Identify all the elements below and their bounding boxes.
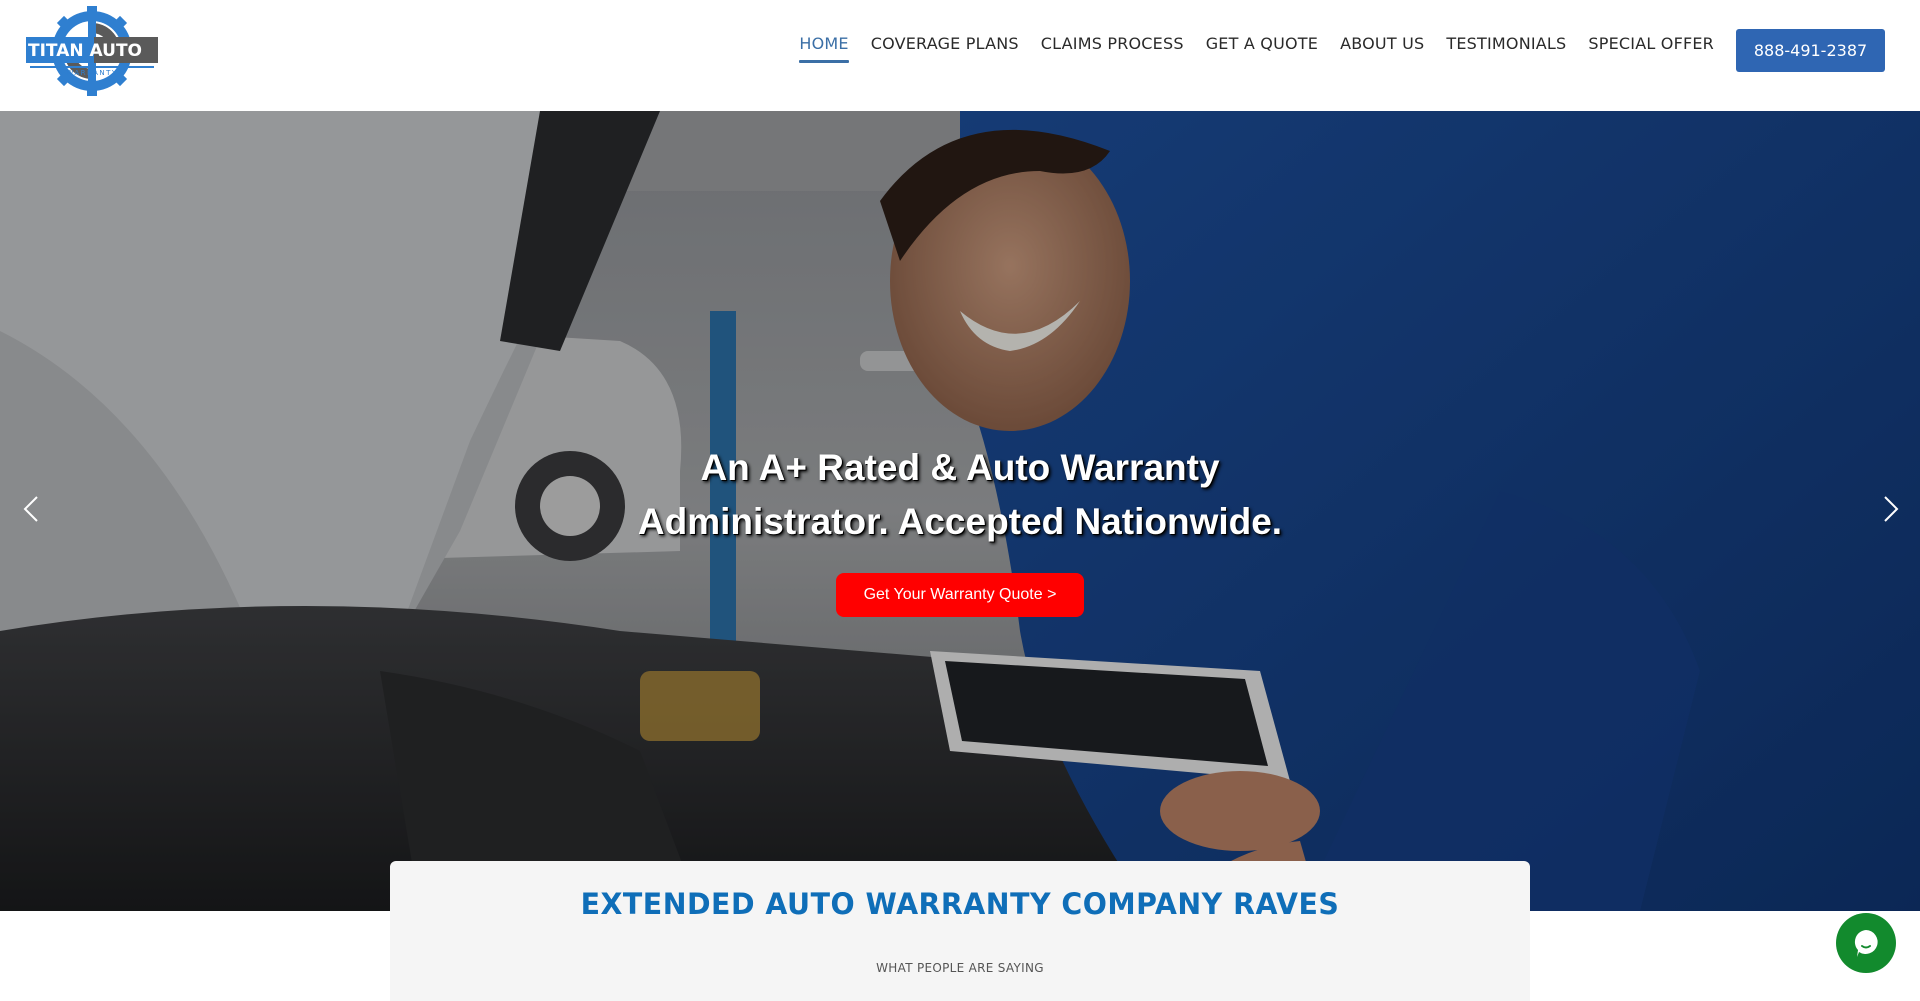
main-nav: HOME COVERAGE PLANS CLAIMS PROCESS GET A…	[777, 0, 1920, 111]
nav-item-claims-process[interactable]: CLAIMS PROCESS	[1041, 34, 1184, 63]
site-header: TITAN AUTO WARRANTY HOME COVERAGE PLANS …	[0, 0, 1920, 111]
nav-item-home[interactable]: HOME	[799, 34, 850, 63]
chevron-right-icon	[1884, 496, 1899, 522]
hero-headline-line-2: Administrator. Accepted Nationwide.	[637, 501, 1283, 542]
nav-item-get-a-quote[interactable]: GET A QUOTE	[1206, 34, 1318, 63]
hero-carousel: An A+ Rated & Auto Warranty Administrato…	[0, 111, 1920, 911]
nav-item-special-offer[interactable]: SPECIAL OFFER	[1588, 34, 1714, 63]
nav-item-about-us[interactable]: ABOUT US	[1340, 34, 1424, 63]
raves-subheading: WHAT PEOPLE ARE SAYING	[876, 961, 1044, 975]
svg-text:TITAN AUTO: TITAN AUTO	[28, 41, 142, 61]
chat-bubble-icon	[1854, 930, 1878, 957]
carousel-prev-button[interactable]	[12, 489, 52, 529]
nav-item-testimonials[interactable]: TESTIMONIALS	[1446, 34, 1566, 63]
testimonials-raves-section: EXTENDED AUTO WARRANTY COMPANY RAVES WHA…	[390, 861, 1530, 1001]
carousel-next-button[interactable]	[1870, 489, 1910, 529]
hero-headline: An A+ Rated & Auto Warranty Administrato…	[0, 441, 1920, 549]
chevron-left-icon	[23, 496, 38, 522]
live-chat-button[interactable]	[1836, 913, 1896, 973]
raves-heading: EXTENDED AUTO WARRANTY COMPANY RAVES	[580, 887, 1340, 921]
svg-text:WARRANTY: WARRANTY	[66, 69, 117, 77]
titan-auto-logo[interactable]: TITAN AUTO WARRANTY	[26, 5, 158, 97]
get-warranty-quote-button[interactable]: Get Your Warranty Quote >	[836, 573, 1084, 617]
hero-headline-line-1: An A+ Rated & Auto Warranty	[700, 447, 1220, 488]
phone-call-button[interactable]: 888-491-2387	[1736, 29, 1885, 72]
nav-item-coverage-plans[interactable]: COVERAGE PLANS	[871, 34, 1019, 63]
